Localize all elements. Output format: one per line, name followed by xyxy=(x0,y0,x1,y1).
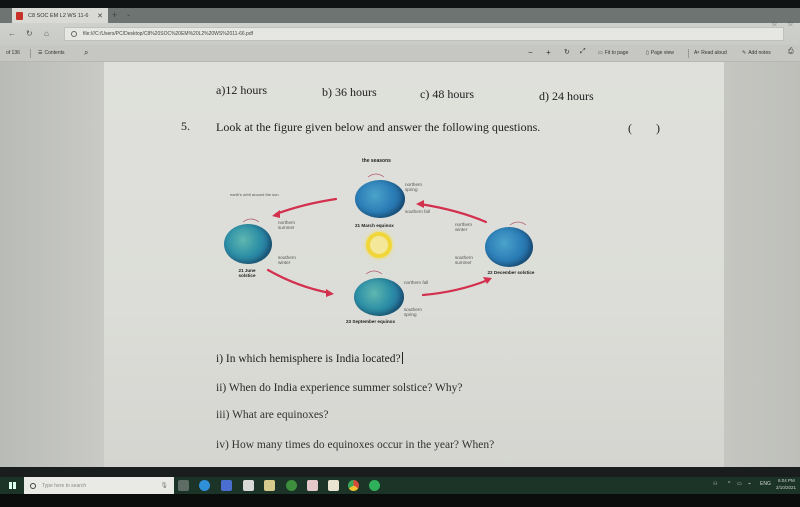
word-app-icon[interactable] xyxy=(221,480,232,491)
task-view-icon[interactable] xyxy=(178,480,189,491)
pdf-icon xyxy=(16,11,23,20)
whatsapp-icon[interactable] xyxy=(369,480,380,491)
contents-button[interactable]: ☰ Contents xyxy=(38,50,65,56)
read-aloud-button[interactable]: Aᵃ Read aloud xyxy=(694,50,727,56)
sub-question-1-text: i) In which hemisphere is India located? xyxy=(216,353,401,365)
monitor-bezel xyxy=(0,0,800,8)
microphone-icon[interactable]: 🎙 xyxy=(160,482,168,489)
orbit-arrows xyxy=(242,173,527,297)
search-placeholder: Type here to search xyxy=(42,482,87,489)
file-explorer-icon[interactable] xyxy=(264,480,275,491)
share-icon[interactable]: ⎙ xyxy=(788,48,794,56)
chrome-icon[interactable] xyxy=(348,480,359,491)
arrowhead-icon xyxy=(416,200,424,208)
fit-to-page-label: Fit to page xyxy=(604,50,629,56)
taskbar-search-box[interactable]: Type here to search 🎙 xyxy=(24,477,174,494)
tab-title: C8 SOC EM L2 WS 11-6 xyxy=(28,12,89,19)
page-indicator[interactable]: of 136 xyxy=(6,50,20,56)
read-aloud-icon: Aᵃ xyxy=(694,50,700,56)
edge-icon[interactable] xyxy=(199,480,210,491)
question-number: 5. xyxy=(181,119,190,133)
home-icon[interactable]: ⌂ xyxy=(44,29,49,38)
start-button[interactable] xyxy=(0,477,24,494)
rotate-icon[interactable]: ↻ xyxy=(564,48,570,56)
favorite-star-icon[interactable]: ☆ xyxy=(771,19,778,28)
zoom-in-button[interactable]: + xyxy=(546,48,551,57)
page-view-button[interactable]: ▯ Page view xyxy=(646,50,674,56)
windows-logo-icon xyxy=(8,482,16,489)
arrow-march-to-june xyxy=(274,197,338,216)
arrow-september-to-december xyxy=(421,278,490,297)
info-icon xyxy=(71,31,77,37)
search-icon[interactable]: ⌕ xyxy=(84,48,88,58)
option-a: a)12 hours xyxy=(216,83,267,97)
tab-bar: C8 SOC EM L2 WS 11-6 ✕ + ⌄ xyxy=(0,8,800,23)
toolbar-divider xyxy=(688,49,689,58)
close-tab-icon[interactable]: ✕ xyxy=(97,12,103,20)
favorites-icon[interactable]: ☆ xyxy=(787,19,794,28)
sub-question-1: i) In which hemisphere is India located? xyxy=(216,352,403,365)
arrowhead-icon xyxy=(272,210,280,218)
pen-icon: ✎ xyxy=(742,50,747,56)
add-notes-label: Add notes xyxy=(748,50,771,56)
arrowhead-icon xyxy=(326,289,334,297)
language-indicator[interactable]: ENG xyxy=(760,481,771,487)
option-b: b) 36 hours xyxy=(322,85,377,99)
display-icon[interactable]: ▭ xyxy=(737,481,742,487)
store-icon[interactable] xyxy=(328,480,339,491)
text-cursor xyxy=(401,352,403,364)
green-app-icon[interactable] xyxy=(286,480,297,491)
arrow-december-to-march xyxy=(418,202,488,224)
fit-page-icon: ▭ xyxy=(598,50,603,56)
sub-question-4: iv) How many times do equinoxes occur in… xyxy=(216,439,495,451)
fit-to-page-button[interactable]: ▭ Fit to page xyxy=(598,50,628,56)
option-c: c) 48 hours xyxy=(420,87,474,101)
pdf-toolbar: of 136 ☰ Contents ⌕ − + ↻ ⤢ ▭ Fit to pag… xyxy=(0,45,800,62)
list-icon: ☰ xyxy=(38,50,43,56)
pdf-reader-icon[interactable] xyxy=(307,480,318,491)
tab-pdf-document[interactable]: C8 SOC EM L2 WS 11-6 ✕ xyxy=(12,8,108,23)
page-icon: ▯ xyxy=(646,50,649,56)
viewport-margin-left xyxy=(0,62,104,467)
fullscreen-icon[interactable]: ⤢ xyxy=(580,48,586,56)
sub-question-2: ii) When do India experience summer sols… xyxy=(216,382,463,394)
taskbar: Type here to search 🎙 ⚇ ^ ▭ ⌁ ENG 6:04 P… xyxy=(0,477,800,494)
back-arrow-icon[interactable]: ← xyxy=(8,29,16,38)
network-icon[interactable]: ⌁ xyxy=(748,481,751,487)
address-url: file:///C:/Users/PC/Desktop/C8%20SOC%20E… xyxy=(83,31,253,37)
address-bar[interactable]: file:///C:/Users/PC/Desktop/C8%20SOC%20E… xyxy=(64,27,784,41)
cortana-icon xyxy=(30,482,36,489)
people-icon[interactable]: ⚇ xyxy=(713,481,717,487)
read-aloud-label: Read aloud xyxy=(701,50,727,56)
seasons-figure: the seasons earth's orbit around the sun… xyxy=(218,152,548,332)
add-notes-button[interactable]: ✎ Add notes xyxy=(742,50,771,56)
show-hidden-icons-chevron-icon[interactable]: ^ xyxy=(728,481,730,487)
new-tab-button[interactable]: + xyxy=(112,10,117,20)
toolbar-divider xyxy=(30,49,31,58)
clock-time[interactable]: 6:04 PM xyxy=(778,478,795,483)
zoom-out-button[interactable]: − xyxy=(528,48,533,57)
mail-icon[interactable] xyxy=(243,480,254,491)
page-view-label: Page view xyxy=(650,50,674,56)
tab-menu-chevron-icon[interactable]: ⌄ xyxy=(126,11,131,18)
monitor-bezel-bottom xyxy=(0,494,800,507)
viewport-margin-right xyxy=(724,62,800,467)
arrow-june-to-september xyxy=(266,268,332,295)
contents-label: Contents xyxy=(44,50,65,56)
screen: C8 SOC EM L2 WS 11-6 ✕ + ⌄ ← ↻ ⌂ file://… xyxy=(0,0,800,507)
answer-options: a)12 hours b) 36 hours c) 48 hours d) 24… xyxy=(0,83,800,103)
question-text: Look at the figure given below and answe… xyxy=(216,120,541,134)
answer-bracket: ( ) xyxy=(628,121,660,135)
option-d: d) 24 hours xyxy=(539,89,594,103)
clock-date[interactable]: 2/10/2021 xyxy=(776,485,796,490)
sub-question-3: iii) What are equinoxes? xyxy=(216,409,329,421)
refresh-icon[interactable]: ↻ xyxy=(26,29,33,38)
navigation-bar: ← ↻ ⌂ file:///C:/Users/PC/Desktop/C8%20S… xyxy=(0,23,800,45)
